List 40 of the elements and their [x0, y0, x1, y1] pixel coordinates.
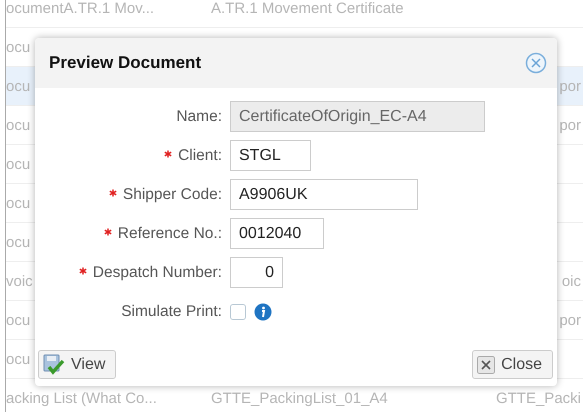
table-cell: ocu [6, 78, 30, 94]
info-icon[interactable] [254, 302, 272, 320]
close-x-icon [477, 356, 496, 374]
field-label: Shipper Code: [35, 186, 222, 204]
input-field[interactable]: A9906UK [230, 179, 418, 210]
table-cell: A.TR.1 Movement Certificate [211, 0, 404, 16]
field-label: Despatch Number: [35, 264, 222, 282]
table-cell: ocu [6, 116, 30, 134]
table-cell: por [559, 116, 581, 134]
field-label: Client: [35, 146, 222, 164]
table-cell: acking List (What Co... [6, 390, 157, 406]
table-cell: ocu [6, 194, 30, 212]
field-label: Reference No.: [35, 224, 222, 242]
table-cell: ocumentA.TR.1 Mov... [6, 0, 154, 16]
input-field[interactable]: 0 [230, 257, 283, 288]
table-cell: por [559, 78, 581, 94]
required-icon [108, 188, 117, 196]
table-cell: por [559, 312, 581, 328]
input-field[interactable]: 0012040 [230, 218, 324, 249]
table-cell: ocu [6, 312, 30, 328]
required-icon [104, 228, 112, 236]
table-cell: GTTE_PackingList_01_A4 [211, 390, 388, 406]
required-icon [78, 266, 87, 274]
table-cell: ocu [6, 350, 30, 368]
table-cell: oic [562, 272, 581, 290]
field-label: Simulate Print: [120, 302, 222, 320]
disk-check-icon [43, 354, 65, 376]
field-label: Name: [175, 108, 222, 126]
table-cell: voic [6, 272, 33, 290]
table-cell: ocu [6, 38, 30, 56]
table-cell: ocu [6, 234, 30, 250]
table-cell: ocu [6, 156, 30, 172]
dialog-title: Preview Document [49, 53, 202, 73]
table-cell: GTTE_Packi [496, 390, 581, 406]
input-field[interactable]: STGL [230, 140, 311, 171]
required-icon [164, 150, 172, 158]
checkbox[interactable] [230, 304, 246, 320]
close-button[interactable]: Close [472, 350, 553, 379]
close-icon[interactable] [525, 52, 547, 74]
view-button[interactable]: View [38, 350, 116, 379]
